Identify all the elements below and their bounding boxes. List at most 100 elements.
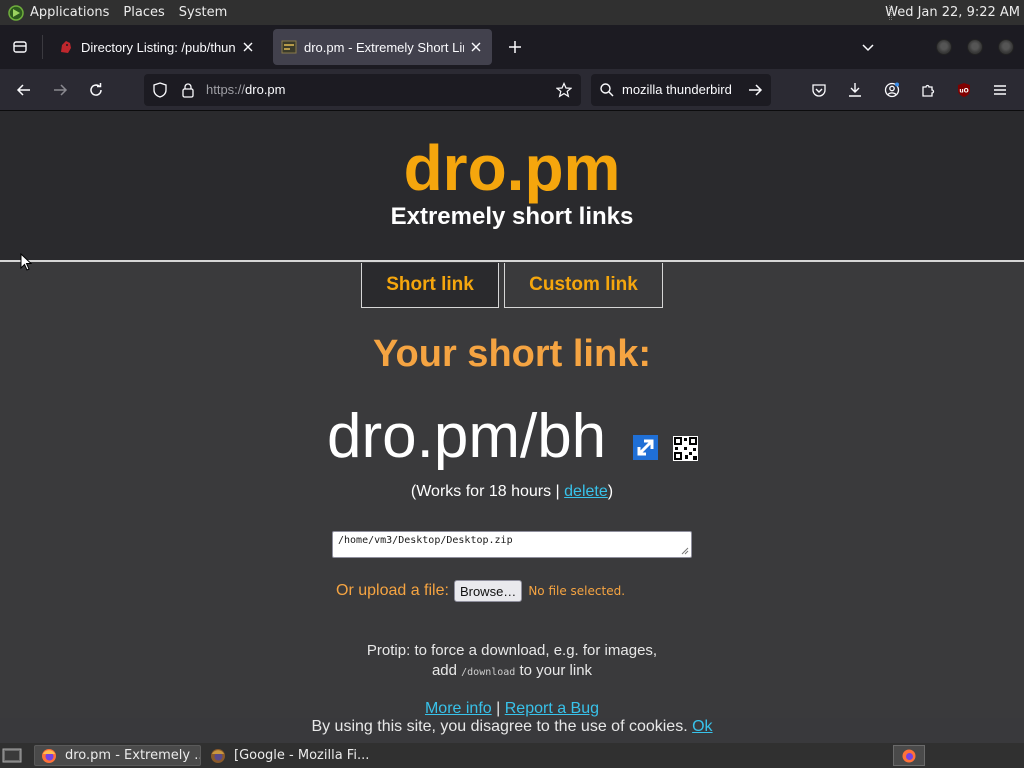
expiry-text: (Works for 18 hours | delete) [0,483,1024,501]
download-icon [847,82,863,98]
lock-icon[interactable] [180,82,196,98]
hamburger-menu-icon [992,82,1008,98]
minimize-window-button[interactable] [936,39,952,55]
firefox-icon [41,748,57,764]
qr-code-icon[interactable] [673,436,698,461]
tab-directory-listing[interactable]: Directory Listing: /pub/thunderbird [50,29,264,65]
taskbar-item-google[interactable]: [Google - Mozilla Fi... [204,745,380,766]
report-bug-link[interactable]: Report a Bug [505,700,599,717]
site-tagline: Extremely short links [390,203,634,230]
tab-short-link[interactable]: Short link [361,263,499,308]
close-tab-icon[interactable] [468,39,484,55]
url-host: dro.pm [245,82,286,97]
pocket-icon [811,82,827,98]
browse-button[interactable]: Browse… [453,580,523,602]
url-text[interactable]: https://dro.pm [206,82,286,97]
result-heading: Your short link: [373,333,651,375]
show-desktop-button[interactable] [2,747,22,764]
places-menu[interactable]: Places [116,0,171,25]
extensions-button[interactable] [916,78,940,102]
close-tab-icon[interactable] [240,39,256,55]
gnome-foot-icon [8,4,24,21]
tab-bar: Directory Listing: /pub/thunderbird dro.… [0,25,1024,69]
go-arrow-icon[interactable] [747,82,763,98]
url-textarea-value: /home/vm3/Desktop/Desktop.zip [338,535,513,546]
reload-icon [88,82,104,98]
top-panel: Applications Places System Wed Jan 22, 9… [0,0,1024,25]
open-link-icon[interactable] [633,435,658,460]
no-file-selected-text: No file selected. [528,584,626,598]
tab-dro-pm[interactable]: dro.pm - Extremely Short Links [273,29,492,65]
forward-arrow-icon [52,82,68,98]
search-icon [599,82,615,98]
nav-bar: https://dro.pm mozilla thunderbird uO [0,69,1024,111]
protip-code: /download [461,667,516,678]
tab-title: dro.pm - Extremely Short Links [304,39,464,55]
tracking-protection-shield-icon[interactable] [152,82,168,98]
site-header: dro.pm Extremely short links [0,111,1024,262]
bottom-taskbar: dro.pm - Extremely ... [Google - Mozilla… [0,743,1024,768]
resize-grip-icon[interactable] [681,547,689,555]
protip-end: to your link [519,662,593,679]
tab-custom-link[interactable]: Custom link [504,263,663,308]
plus-icon [508,40,522,54]
system-menu[interactable]: System [172,0,234,25]
back-arrow-icon [16,82,32,98]
taskbar-item-title: dro.pm - Extremely ... [65,748,201,763]
expiry-suffix: ) [607,483,614,500]
dro-pm-favicon [281,39,297,55]
protip-line-1: Protip: to force a download, e.g. for im… [366,642,658,659]
applications-menu-label: Applications [30,5,110,20]
firefox-view-icon [12,39,28,55]
url-scheme: https:// [206,82,246,97]
url-bar[interactable]: https://dro.pm [144,74,581,106]
cookie-text: By using this site, you disagree to the … [311,718,688,735]
search-query: mozilla thunderbird [622,82,732,97]
cookie-ok-link[interactable]: Ok [692,718,712,735]
clock[interactable]: Wed Jan 22, 9:22 AM [885,0,1020,25]
downloads-button[interactable] [843,78,867,102]
site-logo[interactable]: dro.pm [0,131,1024,205]
ublock-origin-button[interactable]: uO [952,78,976,102]
new-tab-button[interactable] [503,35,527,59]
tab-title: Directory Listing: /pub/thunderbird [81,39,236,55]
ublock-origin-icon: uO [956,82,972,98]
protip: Protip: to force a download, e.g. for im… [0,641,1024,683]
firefox-view-button[interactable] [8,35,32,59]
footer-separator: | [496,700,501,717]
account-button[interactable] [880,78,904,102]
account-icon [884,82,900,98]
firefox-icon [210,748,226,764]
workspace-1[interactable] [893,745,925,766]
tab-separator [42,35,43,59]
bookmark-star-icon[interactable] [556,82,572,98]
taskbar-item-dro-pm[interactable]: dro.pm - Extremely ... [34,745,201,766]
protip-line-2: add /download to your link [0,661,1024,683]
applications-menu[interactable]: Applications [0,0,116,25]
svg-text:uO: uO [959,88,968,95]
puzzle-piece-icon [920,82,936,98]
system-menu-label: System [178,5,228,20]
app-menu-button[interactable] [988,78,1012,102]
short-link-text[interactable]: dro.pm/bh [327,401,606,472]
back-button[interactable] [12,78,36,102]
close-window-button[interactable] [998,39,1014,55]
mozilla-dino-icon [58,39,74,55]
url-textarea[interactable]: /home/vm3/Desktop/Desktop.zip [332,531,692,558]
more-info-link[interactable]: More info [425,700,492,717]
workspace-switcher[interactable] [926,745,1020,766]
maximize-window-button[interactable] [967,39,983,55]
search-bar[interactable]: mozilla thunderbird [591,74,771,106]
upload-label: Or upload a file: [336,582,449,599]
reload-button[interactable] [84,78,108,102]
places-menu-label: Places [123,5,165,20]
delete-link[interactable]: delete [564,483,608,500]
expiry-prefix: (Works for 18 hours | [410,483,565,500]
pocket-button[interactable] [807,78,831,102]
cookie-notice: By using this site, you disagree to the … [0,718,1024,743]
forward-button[interactable] [48,78,72,102]
page-content: dro.pm Extremely short links Short link … [0,111,1024,743]
upload-row: Or upload a file: Browse… No file select… [336,579,625,603]
list-all-tabs-button[interactable] [856,35,880,59]
footer-links: More info | Report a Bug [0,700,1024,718]
